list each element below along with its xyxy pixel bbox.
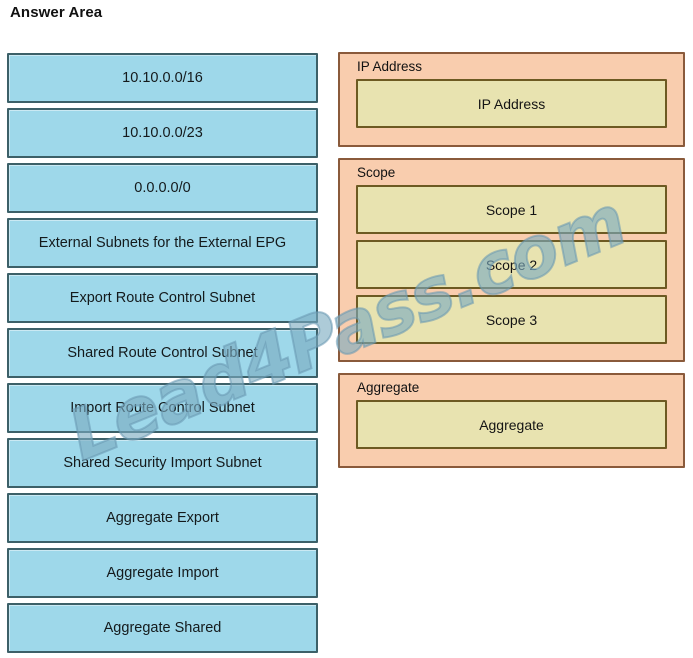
drop-slot[interactable]: Scope 1	[356, 185, 667, 234]
option-label: Export Route Control Subnet	[69, 290, 256, 306]
drop-slot[interactable]: Aggregate	[356, 400, 667, 449]
drop-slot[interactable]: Scope 3	[356, 295, 667, 344]
option-label: 10.10.0.0/23	[122, 125, 203, 141]
draggable-option[interactable]: Aggregate Export	[7, 493, 318, 543]
option-label: Shared Route Control Subnet	[67, 345, 258, 361]
option-label: 10.10.0.0/16	[122, 70, 203, 86]
draggable-option[interactable]: 0.0.0.0/0	[7, 163, 318, 213]
drop-slot[interactable]: Scope 2	[356, 240, 667, 289]
drop-group-scope[interactable]: Scope Scope 1 Scope 2 Scope 3	[338, 158, 685, 362]
draggable-option[interactable]: Shared Route Control Subnet	[7, 328, 318, 378]
drop-group-ip-address[interactable]: IP Address IP Address	[338, 52, 685, 147]
draggable-option[interactable]: External Subnets for the External EPG	[7, 218, 318, 268]
drop-slot-label: Scope 2	[485, 256, 538, 273]
draggable-option[interactable]: Export Route Control Subnet	[7, 273, 318, 323]
option-label: External Subnets for the External EPG	[38, 235, 287, 251]
draggable-option[interactable]: Aggregate Import	[7, 548, 318, 598]
option-label: Import Route Control Subnet	[70, 400, 255, 416]
draggable-option[interactable]: 10.10.0.0/16	[7, 53, 318, 103]
draggable-option[interactable]: 10.10.0.0/23	[7, 108, 318, 158]
drop-slot[interactable]: IP Address	[356, 79, 667, 128]
draggable-options-list: 10.10.0.0/16 10.10.0.0/23 0.0.0.0/0 Exte…	[7, 53, 318, 658]
page-title: Answer Area	[10, 4, 103, 21]
draggable-option[interactable]: Import Route Control Subnet	[7, 383, 318, 433]
drop-slot-label: Scope 1	[485, 201, 538, 218]
drop-slot-label: Scope 3	[485, 311, 538, 328]
option-label: Aggregate Export	[106, 510, 219, 526]
drop-group-aggregate[interactable]: Aggregate Aggregate	[338, 373, 685, 468]
drop-target-column: IP Address IP Address Scope Scope 1 Scop…	[338, 52, 685, 479]
option-label: 0.0.0.0/0	[134, 180, 191, 196]
option-label: Shared Security Import Subnet	[63, 455, 262, 471]
option-label: Aggregate Import	[106, 565, 219, 581]
draggable-option[interactable]: Shared Security Import Subnet	[7, 438, 318, 488]
draggable-option[interactable]: Aggregate Shared	[7, 603, 318, 653]
drop-slot-label: IP Address	[477, 95, 546, 112]
drop-slot-label: Aggregate	[479, 416, 544, 433]
option-label: Aggregate Shared	[103, 620, 222, 636]
drop-group-title: Aggregate	[357, 380, 420, 395]
drop-group-title: IP Address	[357, 59, 423, 74]
drop-group-title: Scope	[357, 165, 396, 180]
